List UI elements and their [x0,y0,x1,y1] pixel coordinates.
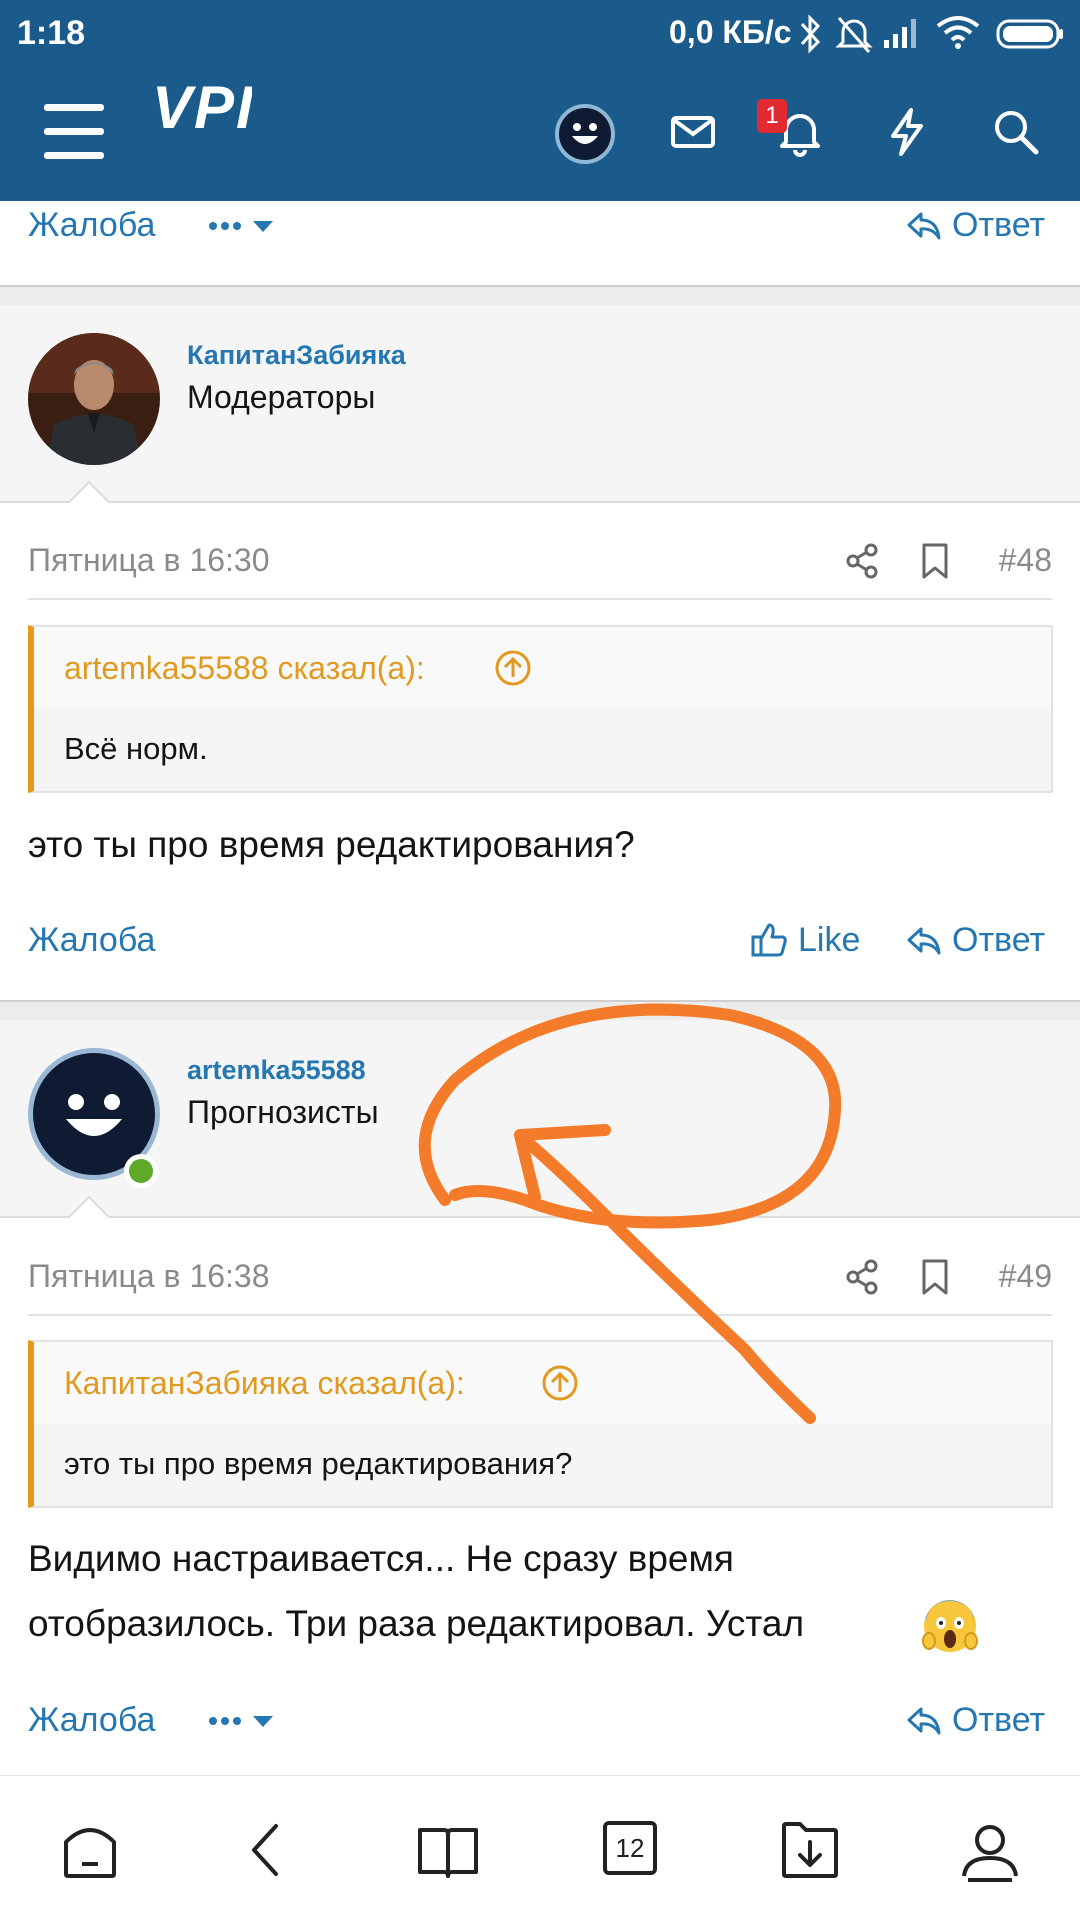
jump-up-icon[interactable] [541,1364,579,1402]
network-speed: 0,0 КБ/с [669,14,792,50]
thumbs-up-icon[interactable] [750,921,788,959]
lightning-icon[interactable] [879,104,935,160]
author-name[interactable]: artemka55588 [187,1055,366,1086]
report-link[interactable]: Жалоба [28,206,155,245]
author-role: Прогнозисты [187,1094,379,1130]
post-date[interactable]: Пятница в 16:30 [28,542,270,579]
smiley-avatar-icon [572,123,598,144]
site-logo[interactable]: VPI [152,78,252,138]
reply-link[interactable]: Ответ [952,206,1045,245]
author-avatar[interactable] [28,333,160,465]
battery-icon [996,19,1063,49]
more-dropdown-icon[interactable] [205,214,277,238]
share-icon[interactable] [844,1258,880,1296]
author-photo [28,333,160,465]
quote-block: КапитанЗабияка сказал(а): это ты про вре… [28,1340,1053,1508]
mute-bell-icon [835,17,873,53]
author-pointer [67,480,111,524]
browser-bottom-nav: 12 [0,1775,1080,1920]
user-avatar-button[interactable] [555,104,615,164]
meta-divider [28,1314,1052,1316]
downloads-icon[interactable] [778,1818,842,1882]
reading-mode-icon[interactable] [416,1818,480,1882]
post-number[interactable]: #49 [999,1258,1052,1295]
post-message-line: Видимо настраивается... Не сразу время [28,1538,734,1579]
post-separator [0,285,1080,305]
bookmark-icon[interactable] [920,542,950,580]
bookmark-icon[interactable] [920,1258,950,1296]
more-dropdown-icon[interactable] [205,1709,277,1733]
report-link[interactable]: Жалоба [28,1701,155,1740]
quote-author[interactable]: artemka55588 сказал(а): [64,650,425,687]
quote-text: это ты про время редактирования? [64,1446,573,1481]
home-icon[interactable] [58,1818,122,1882]
post-author-block: КапитанЗабияка Модераторы [0,305,1080,524]
post-message-line: отобразилось. Три раза редактировал. Уст… [28,1591,978,1656]
status-bar: 1:18 0,0 КБ/с [0,0,1080,70]
reply-link[interactable]: Ответ [952,1701,1045,1740]
reply-icon [907,1707,941,1735]
meta-divider [28,598,1052,600]
author-role: Модераторы [187,379,376,415]
like-link[interactable]: Like [798,921,860,960]
wifi-icon [936,16,980,49]
back-icon[interactable] [236,1818,300,1882]
author-name[interactable]: КапитанЗабияка [187,340,406,371]
quote-author[interactable]: КапитанЗабияка сказал(а): [64,1365,465,1402]
profile-icon[interactable] [958,1818,1022,1882]
post-date[interactable]: Пятница в 16:38 [28,1258,270,1295]
post-message-text: отобразилось. Три раза редактировал. Уст… [28,1603,805,1644]
author-pointer [67,1195,111,1239]
online-status-icon [124,1154,158,1188]
post-message: Видимо настраивается... Не сразу время о… [28,1526,978,1656]
quote-header: КапитанЗабияка сказал(а): [34,1342,1051,1424]
post-author-block: artemka55588 Прогнозисты [0,1020,1080,1239]
jump-up-icon[interactable] [494,649,532,687]
tabs-button[interactable]: 12 [603,1821,657,1875]
app-header: 1:18 0,0 КБ/с VPI 1 [0,0,1080,201]
post-separator [0,1000,1080,1020]
signal-icon [884,19,916,48]
quote-text: Всё норм. [64,731,208,766]
quote-header: artemka55588 сказал(а): [34,627,1051,709]
post-meta: Пятница в 16:38 #49 [0,1236,1080,1316]
reply-icon [907,927,941,955]
post-number[interactable]: #48 [999,542,1052,579]
reply-icon [907,212,941,240]
menu-icon[interactable] [44,104,104,159]
quote-block: artemka55588 сказал(а): Всё норм. [28,625,1053,793]
post-meta: Пятница в 16:30 #48 [0,520,1080,600]
notification-badge: 1 [757,99,787,133]
reply-link[interactable]: Ответ [952,921,1045,960]
prev-post-actions: Жалоба Ответ [0,190,1080,260]
post-message: это ты про время редактирования? [28,824,635,865]
share-icon[interactable] [844,542,880,580]
status-time: 1:18 [17,14,86,52]
post-actions: Жалоба Ответ [0,1685,1080,1755]
scream-emoji-icon [922,1600,978,1652]
mail-icon[interactable] [665,104,721,160]
search-icon[interactable] [988,104,1044,160]
bluetooth-icon [800,14,821,54]
post-actions: Жалоба Like Ответ [0,905,1080,975]
report-link[interactable]: Жалоба [28,921,155,960]
